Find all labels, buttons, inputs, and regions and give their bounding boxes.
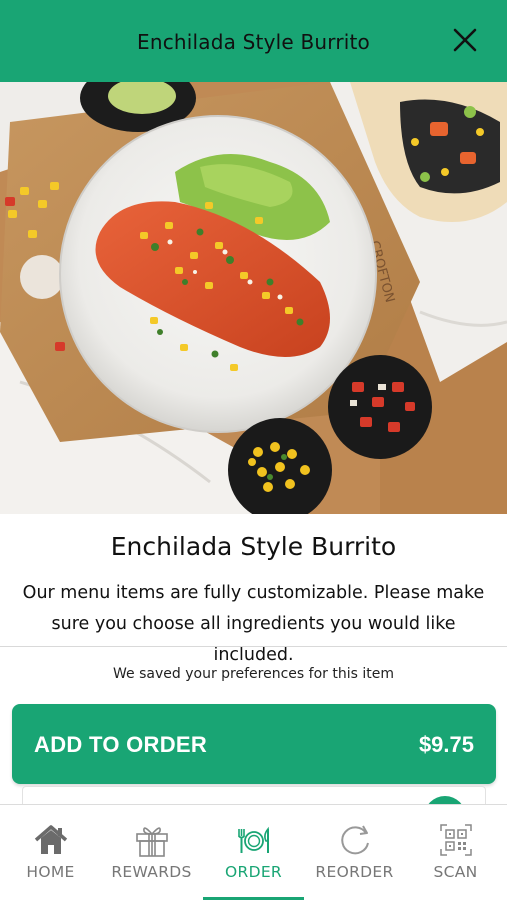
refresh-icon	[340, 825, 369, 855]
tab-label: ORDER	[225, 863, 282, 881]
tab-rewards[interactable]: REWARDS	[101, 805, 202, 900]
tab-label: SCAN	[433, 863, 478, 881]
tab-label: REORDER	[315, 863, 394, 881]
tab-home[interactable]: HOME	[0, 805, 101, 900]
add-to-order-price: $9.75	[418, 732, 474, 757]
saved-preferences-note: We saved your preferences for this item	[113, 666, 394, 682]
divider	[0, 646, 507, 647]
item-photo: CROFTON	[0, 82, 507, 514]
tab-label: REWARDS	[111, 863, 192, 881]
qr-code-icon	[439, 824, 472, 856]
tab-reorder[interactable]: REORDER	[304, 805, 405, 900]
close-icon	[453, 28, 477, 52]
item-title: Enchilada Style Burrito	[110, 532, 397, 561]
add-to-order-label: ADD TO ORDER	[34, 732, 208, 757]
top-header: Enchilada Style Burrito	[0, 0, 507, 82]
tab-order[interactable]: ORDER	[203, 805, 304, 900]
gift-icon	[135, 827, 168, 857]
bottom-tab-bar: HOME REWARDS ORDER REORDER SCAN	[0, 804, 507, 900]
home-icon	[34, 825, 67, 854]
item-description: Our menu items are fully customizable. P…	[22, 583, 485, 665]
close-button[interactable]	[449, 24, 481, 56]
add-to-order-button[interactable]: ADD TO ORDER $9.75	[12, 704, 496, 784]
tab-label: HOME	[26, 863, 75, 881]
header-title: Enchilada Style Burrito	[137, 30, 370, 54]
utensils-plate-icon	[237, 826, 269, 853]
tab-scan[interactable]: SCAN	[405, 805, 506, 900]
